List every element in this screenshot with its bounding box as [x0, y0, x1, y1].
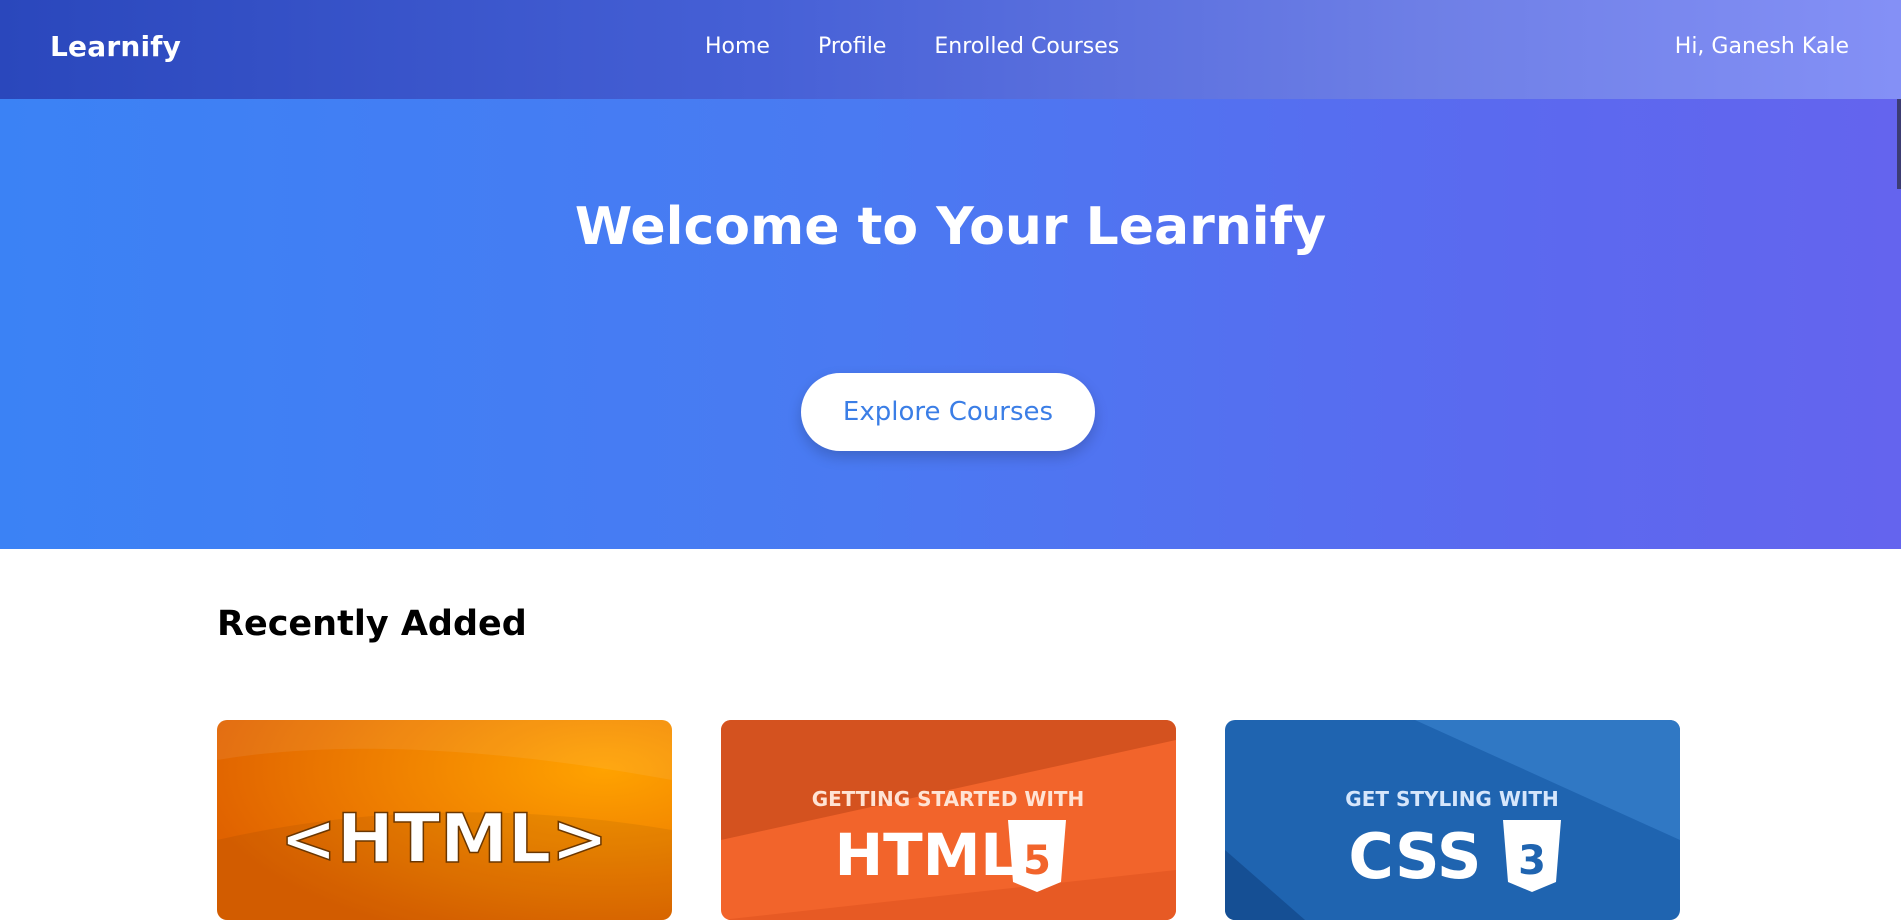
user-greeting[interactable]: Hi, Ganesh Kale: [1675, 34, 1849, 59]
html-course-thumbnail: <HTML>: [217, 720, 672, 920]
nav-link-enrolled-courses[interactable]: Enrolled Courses: [934, 34, 1119, 59]
svg-text:3: 3: [1518, 838, 1546, 884]
css3-shield-icon: 3: [1503, 820, 1561, 892]
html5-shield-icon: 5: [1008, 820, 1066, 892]
hero-banner: Welcome to Your Learnify Explore Courses: [0, 99, 1901, 549]
css3-card-kicker: GET STYLING WITH: [1345, 787, 1558, 811]
course-card-css3[interactable]: GET STYLING WITH CSS 3: [1225, 720, 1680, 920]
html5-course-thumbnail: GETTING STARTED WITH HTML 5: [721, 720, 1176, 920]
hero-title: Welcome to Your Learnify: [574, 197, 1327, 257]
css3-course-thumbnail: GET STYLING WITH CSS 3: [1225, 720, 1680, 920]
course-card-html5[interactable]: GETTING STARTED WITH HTML 5: [721, 720, 1176, 920]
html5-card-text: HTML: [835, 821, 1018, 889]
top-navbar: Learnify Home Profile Enrolled Courses H…: [0, 0, 1901, 99]
svg-text:5: 5: [1023, 838, 1051, 884]
brand-logo[interactable]: Learnify: [50, 30, 181, 63]
nav-link-profile[interactable]: Profile: [818, 34, 886, 59]
nav-links: Home Profile Enrolled Courses: [705, 34, 1119, 59]
recently-added-title: Recently Added: [217, 604, 527, 644]
page-scrollbar[interactable]: [1897, 99, 1901, 189]
course-card-html[interactable]: <HTML>: [217, 720, 672, 920]
nav-link-home[interactable]: Home: [705, 34, 770, 59]
css3-card-text: CSS: [1348, 820, 1481, 893]
html5-card-kicker: GETTING STARTED WITH: [812, 787, 1085, 811]
html-card-text: <HTML>: [280, 800, 608, 879]
explore-courses-button[interactable]: Explore Courses: [801, 373, 1095, 451]
